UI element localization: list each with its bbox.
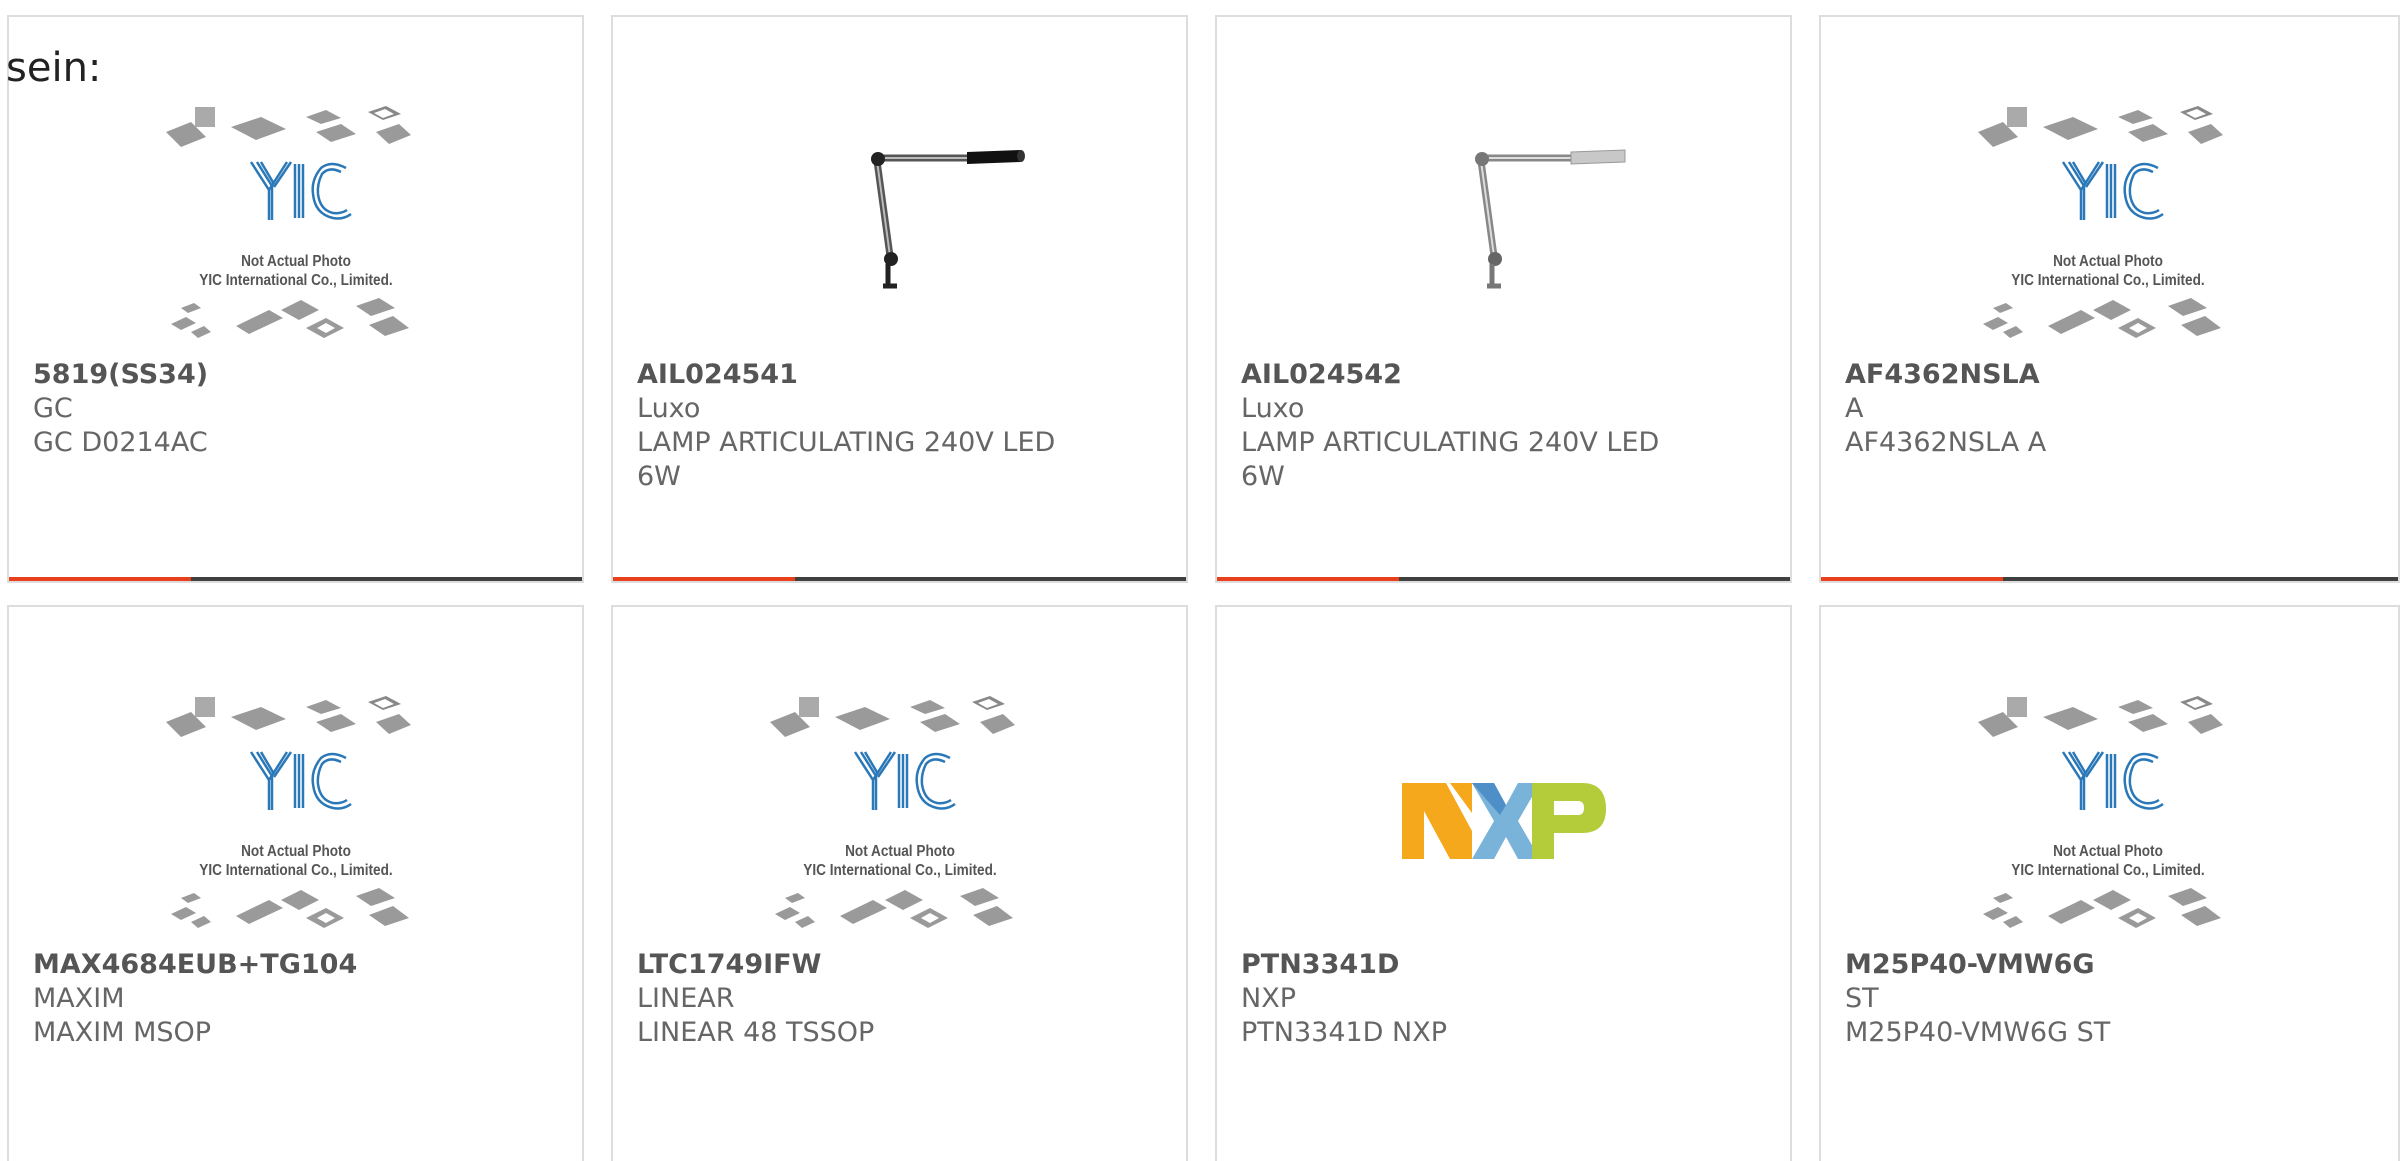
placeholder-caption: Not Actual Photo YIC International Co., L… <box>181 842 411 880</box>
product-card[interactable]: Not Actual Photo YIC International Co., L… <box>611 605 1188 1161</box>
product-part-number[interactable]: AIL024542 <box>1241 358 1766 392</box>
product-manufacturer: MAXIM <box>33 983 125 1014</box>
product-part-number[interactable]: PTN3341D <box>1241 948 1766 982</box>
product-manufacturer: LINEAR <box>637 983 735 1014</box>
placeholder-caption-line1: Not Actual Photo <box>844 843 955 860</box>
product-description: MAXIM MSOP <box>33 1017 212 1048</box>
product-card[interactable]: AIL024541 Luxo LAMP ARTICULATING 240V LE… <box>611 15 1188 583</box>
product-card[interactable]: Not Actual Photo YIC International Co., L… <box>7 605 584 1161</box>
product-part-number[interactable]: AIL024541 <box>637 358 1162 392</box>
product-image[interactable] <box>1217 102 1790 360</box>
card-accent-bar <box>613 577 1186 581</box>
product-description: LAMP ARTICULATING 240V LED 6W <box>1241 427 1660 492</box>
card-accent-bar <box>1217 577 1790 581</box>
product-image[interactable]: Not Actual Photo YIC International Co., L… <box>1821 692 2394 950</box>
product-image[interactable]: Not Actual Photo YIC International Co., L… <box>9 692 582 950</box>
placeholder-caption-line2: YIC International Co., Limited. <box>2010 272 2205 289</box>
placeholder-caption-line2: YIC International Co., Limited. <box>198 272 393 289</box>
product-manufacturer: A <box>1845 393 1864 424</box>
placeholder-caption: Not Actual Photo YIC International Co., L… <box>1993 252 2223 290</box>
card-accent-bar <box>9 577 582 581</box>
intro-text: sein: <box>6 45 102 91</box>
product-description: LAMP ARTICULATING 240V LED 6W <box>637 427 1056 492</box>
placeholder-caption-line2: YIC International Co., Limited. <box>802 862 997 879</box>
nxp-logo <box>1401 783 1606 859</box>
placeholder-icon: Not Actual Photo YIC International Co., L… <box>161 692 431 950</box>
placeholder-icon: Not Actual Photo YIC International Co., L… <box>1973 692 2243 950</box>
product-description: GC D0214AC <box>33 427 208 458</box>
placeholder-caption: Not Actual Photo YIC International Co., L… <box>785 842 1015 880</box>
product-grid-page: sein: Not Actual Photo YIC International … <box>0 0 2400 1161</box>
product-description: AF4362NSLA A <box>1845 427 2047 458</box>
product-card[interactable]: PTN3341D NXP PTN3341D NXP <box>1215 605 1792 1161</box>
placeholder-caption-line1: Not Actual Photo <box>240 253 351 270</box>
product-card[interactable]: Not Actual Photo YIC International Co., L… <box>1819 605 2400 1161</box>
product-image[interactable]: Not Actual Photo YIC International Co., L… <box>1821 102 2394 360</box>
placeholder-icon: Not Actual Photo YIC International Co., L… <box>161 102 431 360</box>
placeholder-caption-line1: Not Actual Photo <box>240 843 351 860</box>
product-manufacturer: Luxo <box>1241 393 1305 424</box>
product-manufacturer: Luxo <box>637 393 701 424</box>
product-image[interactable] <box>613 102 1186 360</box>
product-part-number[interactable]: M25P40-VMW6G <box>1845 948 2374 982</box>
placeholder-caption-line1: Not Actual Photo <box>2052 843 2163 860</box>
placeholder-caption: Not Actual Photo YIC International Co., L… <box>181 252 411 290</box>
desk-lamp-silver-icon <box>1474 149 1625 289</box>
product-manufacturer: ST <box>1845 983 1879 1014</box>
product-part-number[interactable]: AF4362NSLA <box>1845 358 2374 392</box>
product-card[interactable]: Not Actual Photo YIC International Co., L… <box>1819 15 2400 583</box>
product-part-number[interactable]: LTC1749IFW <box>637 948 1162 982</box>
product-description: PTN3341D NXP <box>1241 1017 1448 1048</box>
desk-lamp-black-icon <box>870 150 1025 289</box>
product-manufacturer: GC <box>33 393 73 424</box>
placeholder-caption-line2: YIC International Co., Limited. <box>2010 862 2205 879</box>
placeholder-icon: Not Actual Photo YIC International Co., L… <box>1973 102 2243 360</box>
product-description: M25P40-VMW6G ST <box>1845 1017 2111 1048</box>
placeholder-icon: Not Actual Photo YIC International Co., L… <box>765 692 1035 950</box>
product-card[interactable]: Not Actual Photo YIC International Co., L… <box>7 15 584 583</box>
placeholder-caption-line1: Not Actual Photo <box>2052 253 2163 270</box>
product-image[interactable]: Not Actual Photo YIC International Co., L… <box>9 102 582 360</box>
product-part-number[interactable]: MAX4684EUB+TG104 <box>33 948 558 982</box>
placeholder-caption-line2: YIC International Co., Limited. <box>198 862 393 879</box>
product-image[interactable] <box>1217 692 1790 950</box>
product-card[interactable]: AIL024542 Luxo LAMP ARTICULATING 240V LE… <box>1215 15 1792 583</box>
product-image[interactable]: Not Actual Photo YIC International Co., L… <box>613 692 1186 950</box>
product-part-number[interactable]: 5819(SS34) <box>33 358 558 392</box>
product-manufacturer: NXP <box>1241 983 1296 1014</box>
card-accent-bar <box>1821 577 2398 581</box>
placeholder-caption: Not Actual Photo YIC International Co., L… <box>1993 842 2223 880</box>
product-description: LINEAR 48 TSSOP <box>637 1017 875 1048</box>
